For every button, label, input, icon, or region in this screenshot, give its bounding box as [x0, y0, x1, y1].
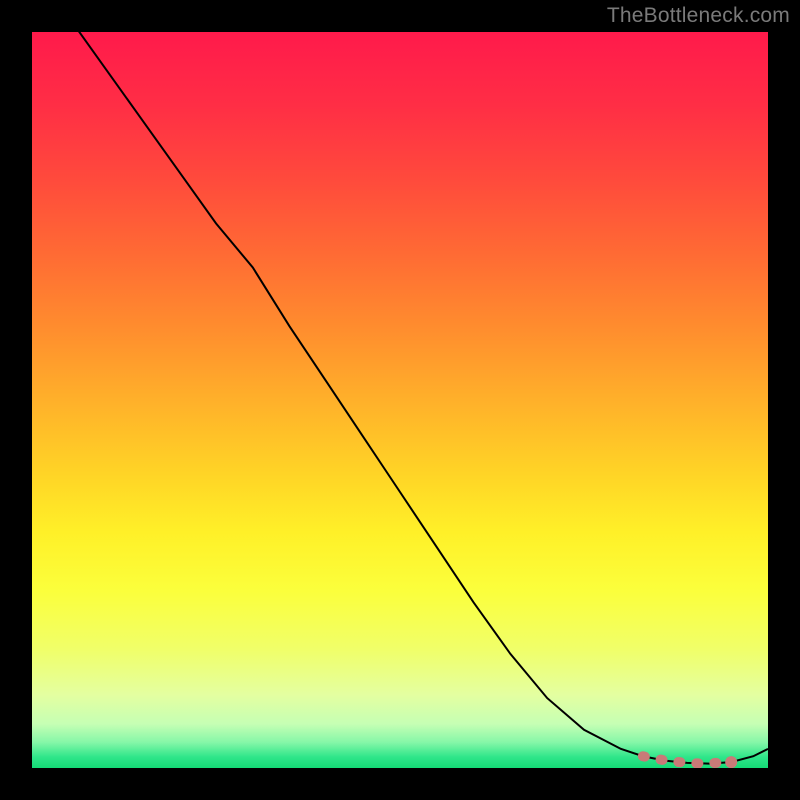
gradient-background: [32, 32, 768, 768]
end-marker-dot: [725, 756, 737, 768]
watermark-text: TheBottleneck.com: [607, 4, 790, 28]
plot-area: [32, 32, 768, 768]
plot-svg: [32, 32, 768, 768]
chart-frame: TheBottleneck.com: [0, 0, 800, 800]
